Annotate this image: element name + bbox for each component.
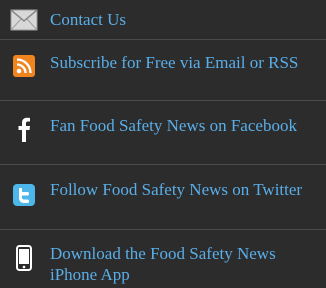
list-item-twitter[interactable]: Follow Food Safety News on Twitter [0,165,326,230]
list-item-facebook[interactable]: Fan Food Safety News on Facebook [0,101,326,165]
facebook-icon[interactable] [10,115,38,143]
list-item-iphone[interactable]: Download the Food Safety News iPhone App [0,230,326,288]
rss-icon[interactable] [10,52,38,80]
social-links-list: Contact Us Subscribe for Free via Email … [0,0,326,288]
facebook-link[interactable]: Fan Food Safety News on Facebook [50,115,324,136]
iphone-app-link[interactable]: Download the Food Safety News iPhone App [50,243,324,285]
contact-us-link[interactable]: Contact Us [50,9,324,30]
iphone-icon[interactable] [10,244,38,272]
twitter-link[interactable]: Follow Food Safety News on Twitter [50,179,324,200]
list-item-subscribe[interactable]: Subscribe for Free via Email or RSS [0,40,326,101]
list-item-contact[interactable]: Contact Us [0,0,326,40]
subscribe-link[interactable]: Subscribe for Free via Email or RSS [50,52,324,73]
envelope-icon[interactable] [10,6,38,34]
twitter-icon[interactable] [10,181,38,209]
